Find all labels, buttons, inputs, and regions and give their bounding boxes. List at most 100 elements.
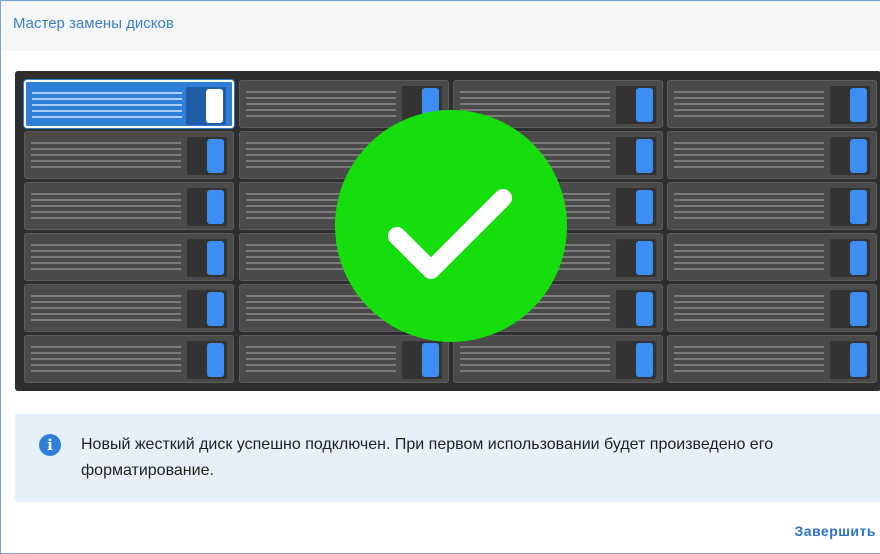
bay-vent-line — [31, 160, 181, 162]
drive-bay[interactable] — [24, 284, 234, 332]
window-title: Мастер замены дисков — [13, 15, 174, 32]
finish-button[interactable]: Завершить — [794, 523, 876, 539]
bay-vent-line — [31, 319, 181, 321]
bay-vent-line — [460, 91, 610, 93]
bay-vent-line — [460, 346, 610, 348]
bay-indicator — [636, 190, 653, 224]
bay-handle — [616, 86, 656, 124]
bay-vent-line — [31, 307, 181, 309]
bay-vent-line — [460, 97, 610, 99]
bay-vent-line — [31, 217, 181, 219]
info-message: Новый жесткий диск успешно подключен. Пр… — [81, 436, 774, 479]
bay-vent-line — [31, 364, 181, 366]
bay-vent-line — [674, 244, 824, 246]
disk-replacement-wizard-window: Мастер замены дисков i Новый жесткий дис… — [0, 0, 880, 554]
bay-handle — [186, 87, 226, 125]
bay-indicator — [207, 292, 224, 326]
bay-vent-line — [246, 346, 396, 348]
bay-handle — [616, 239, 656, 277]
bay-vent-line — [31, 268, 181, 270]
title-bar: Мастер замены дисков — [1, 1, 880, 51]
bay-vent-line — [460, 352, 610, 354]
bay-indicator — [636, 241, 653, 275]
bay-vent-line — [31, 244, 181, 246]
bay-vent-line — [674, 193, 824, 195]
bay-handle — [187, 188, 227, 226]
bay-vent-line — [674, 97, 824, 99]
bay-vent-line — [674, 91, 824, 93]
bay-handle — [616, 341, 656, 379]
bay-vent-line — [674, 115, 824, 117]
bay-indicator — [850, 343, 867, 377]
bay-indicator — [636, 343, 653, 377]
bay-vent-line — [674, 268, 824, 270]
bay-vent-line — [32, 98, 182, 100]
drive-bay[interactable] — [667, 284, 877, 332]
bay-handle — [830, 86, 870, 124]
bay-handle — [187, 137, 227, 175]
bay-vent-line — [674, 211, 824, 213]
bay-vent-line — [31, 211, 181, 213]
drive-bay[interactable] — [453, 335, 663, 383]
bay-vent-line — [246, 103, 396, 105]
drive-bay[interactable] — [239, 335, 449, 383]
bay-vent-line — [31, 358, 181, 360]
bay-handle — [402, 341, 442, 379]
bay-vent-line — [674, 142, 824, 144]
bay-vent-line — [31, 205, 181, 207]
success-indicator — [335, 110, 567, 342]
bay-vent-line — [674, 295, 824, 297]
drive-bay[interactable] — [24, 233, 234, 281]
bay-vent-line — [674, 262, 824, 264]
bay-vent-line — [31, 256, 181, 258]
bay-handle — [830, 137, 870, 175]
bay-indicator — [850, 190, 867, 224]
bay-vent-line — [674, 364, 824, 366]
bay-vent-line — [31, 352, 181, 354]
bay-vent-line — [31, 313, 181, 315]
bay-vent-line — [674, 199, 824, 201]
bay-vent-line — [32, 104, 182, 106]
drive-bay-selected[interactable] — [24, 80, 234, 128]
drive-bay[interactable] — [667, 80, 877, 128]
bay-indicator — [850, 292, 867, 326]
bay-vent-line — [460, 358, 610, 360]
bay-handle — [187, 341, 227, 379]
bay-indicator — [636, 88, 653, 122]
bay-vent-line — [246, 358, 396, 360]
bay-indicator — [207, 241, 224, 275]
bay-vent-line — [31, 166, 181, 168]
drive-bay[interactable] — [667, 233, 877, 281]
bay-vent-line — [31, 295, 181, 297]
drive-bay[interactable] — [667, 335, 877, 383]
bay-indicator — [636, 292, 653, 326]
bay-vent-line — [246, 370, 396, 372]
bay-vent-line — [246, 91, 396, 93]
info-message-box: i Новый жесткий диск успешно подключен. … — [15, 414, 880, 502]
bay-vent-line — [674, 370, 824, 372]
bay-vent-line — [32, 116, 182, 118]
bay-handle — [830, 188, 870, 226]
bay-vent-line — [674, 217, 824, 219]
bay-vent-line — [674, 352, 824, 354]
drive-bay[interactable] — [667, 182, 877, 230]
bay-vent-line — [31, 301, 181, 303]
drive-bay[interactable] — [667, 131, 877, 179]
bay-vent-line — [31, 148, 181, 150]
bay-vent-line — [31, 154, 181, 156]
bay-vent-line — [32, 92, 182, 94]
bay-handle — [830, 290, 870, 328]
bay-vent-line — [31, 262, 181, 264]
drive-bay[interactable] — [24, 131, 234, 179]
bay-vent-line — [460, 370, 610, 372]
bay-vent-line — [674, 256, 824, 258]
info-icon: i — [39, 434, 61, 456]
bay-indicator — [636, 139, 653, 173]
bay-handle — [830, 239, 870, 277]
drive-bay[interactable] — [24, 335, 234, 383]
bay-vent-line — [674, 154, 824, 156]
drive-bay[interactable] — [24, 182, 234, 230]
bay-vent-line — [674, 109, 824, 111]
checkmark-icon — [388, 189, 512, 279]
bay-vent-line — [674, 319, 824, 321]
